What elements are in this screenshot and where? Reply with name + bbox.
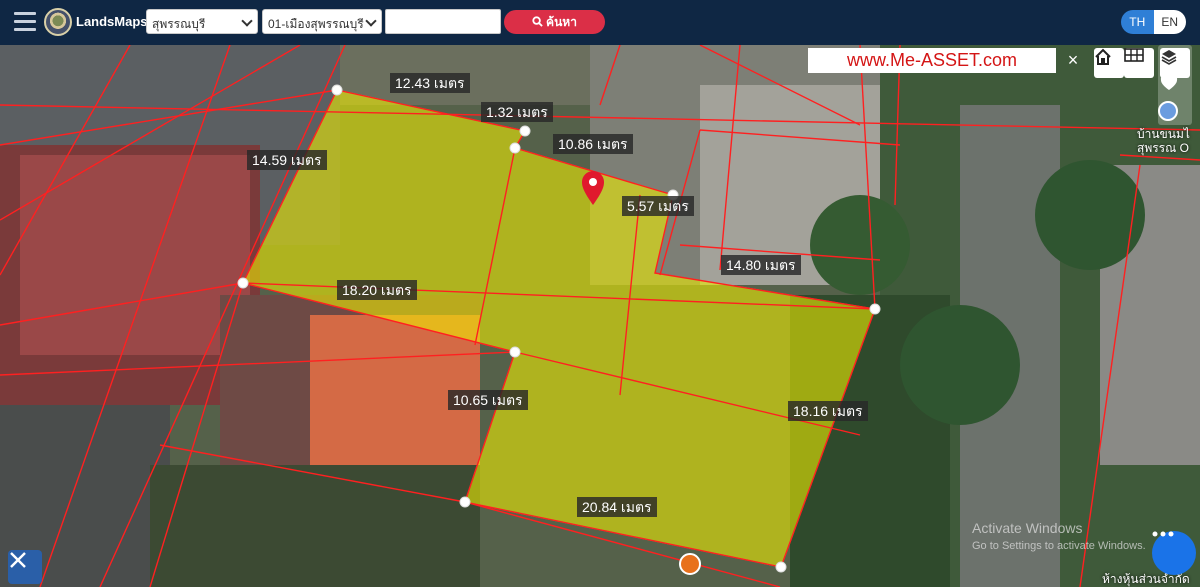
dimension-label: 10.65 เมตร [448, 390, 528, 410]
province-value: สุพรรณบุรี [152, 17, 206, 31]
activate-subtitle: Go to Settings to activate Windows. [972, 540, 1146, 552]
dimension-label: 14.80 เมตร [721, 255, 801, 275]
district-select[interactable]: 01-เมืองสุพรรณบุรี [262, 9, 382, 34]
tools-icon[interactable] [8, 550, 42, 584]
dimension-label: 1.32 เมตร [481, 102, 553, 122]
dimension-label: 5.57 เมตร [622, 196, 694, 216]
search-button[interactable]: ค้นหา [504, 10, 605, 34]
place-label-line: สุพรรณ O [1137, 141, 1189, 155]
dimension-label: 18.20 เมตร [337, 280, 417, 300]
chevron-down-icon [365, 15, 377, 27]
landsmaps-logo[interactable] [44, 8, 72, 36]
dimension-label: 14.59 เมตร [247, 150, 327, 170]
lang-th[interactable]: TH [1121, 10, 1154, 34]
province-select[interactable]: สุพรรณบุรี [146, 9, 258, 34]
top-bar: LandsMaps สุพรรณบุรี 01-เมืองสุพรรณบุรี … [0, 0, 1200, 45]
close-icon[interactable]: × [1058, 48, 1088, 73]
place-label: บ้านขนมไ สุพรรณ O [1137, 127, 1190, 155]
district-value: 01-เมืองสุพรรณบุรี [268, 17, 364, 31]
restaurant-poi-icon[interactable] [679, 553, 701, 575]
dimension-label: 12.43 เมตร [390, 73, 470, 93]
layers-icon[interactable] [1160, 48, 1190, 78]
brand-name: LandsMaps [76, 14, 148, 29]
watermark-banner: www.Me-ASSET.com [808, 48, 1056, 73]
heart-icon[interactable] [1160, 75, 1190, 105]
menu-icon[interactable] [14, 12, 36, 32]
place-label-line: บ้านขนมไ [1137, 127, 1190, 141]
chevron-down-icon [241, 15, 253, 27]
dimension-label: 18.16 เมตร [788, 401, 868, 421]
search-icon [532, 16, 543, 27]
activate-windows-notice: Activate Windows Go to Settings to activ… [972, 519, 1146, 555]
dimension-label: 20.84 เมตร [577, 497, 657, 517]
dimension-label: 10.86 เมตร [553, 134, 633, 154]
home-icon[interactable] [1094, 48, 1124, 78]
search-button-label: ค้นหา [546, 15, 577, 29]
grid-icon[interactable] [1124, 48, 1154, 78]
map-canvas[interactable]: 12.43 เมตร 1.32 เมตร 10.86 เมตร 14.59 เม… [0, 45, 1200, 587]
lang-en[interactable]: EN [1153, 10, 1186, 34]
search-input[interactable] [385, 9, 501, 34]
language-toggle[interactable]: TH EN [1121, 10, 1186, 34]
chat-icon[interactable] [1152, 531, 1196, 575]
activate-title: Activate Windows [972, 520, 1083, 536]
